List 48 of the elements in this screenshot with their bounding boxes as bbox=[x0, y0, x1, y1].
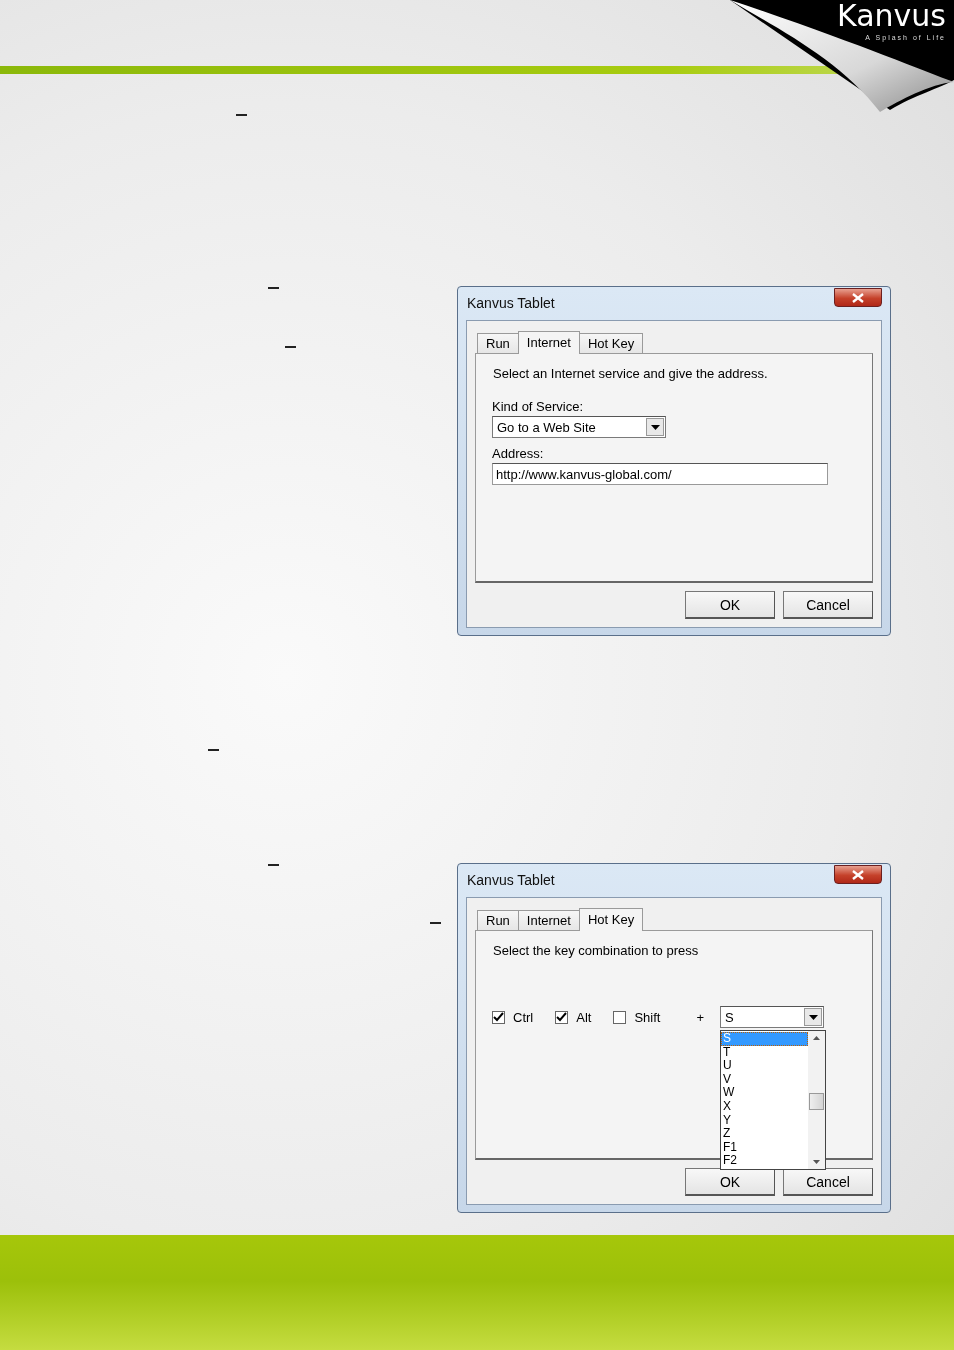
caret-icon bbox=[808, 1014, 818, 1020]
plus-text: + bbox=[696, 1009, 704, 1025]
tab[interactable]: Hot Key bbox=[578, 908, 644, 931]
close-button[interactable] bbox=[834, 865, 882, 884]
window-title: Kanvus Tablet bbox=[467, 295, 555, 311]
dash-mark bbox=[430, 922, 441, 924]
service-dropdown[interactable]: Go to a Web Site bbox=[492, 416, 666, 438]
address-field[interactable]: http://www.kanvus-global.com/ bbox=[492, 463, 828, 485]
scrollbar[interactable] bbox=[808, 1031, 825, 1169]
tab[interactable]: Internet bbox=[517, 331, 580, 354]
list-item[interactable]: W bbox=[721, 1086, 808, 1100]
dialog-button[interactable]: OK bbox=[685, 1168, 775, 1196]
scroll-thumb[interactable] bbox=[809, 1093, 824, 1110]
close-button[interactable] bbox=[834, 288, 882, 307]
list-item[interactable]: X bbox=[721, 1099, 808, 1114]
list-item[interactable]: F1 bbox=[721, 1140, 808, 1155]
dialog-button[interactable]: OK bbox=[685, 591, 775, 619]
caret-icon bbox=[650, 424, 660, 430]
close-icon bbox=[852, 869, 864, 880]
list-item[interactable]: U bbox=[721, 1059, 808, 1073]
instruction-text: Select the key combination to press bbox=[493, 943, 699, 958]
instruction-text: Select an Internet service and give the address. bbox=[493, 366, 768, 381]
field-label: Address: bbox=[492, 446, 544, 461]
list-item[interactable]: T bbox=[721, 1045, 808, 1060]
dash-mark bbox=[268, 864, 279, 866]
tab[interactable]: Internet bbox=[517, 910, 580, 930]
field-label: Kind of Service: bbox=[492, 399, 584, 414]
close-icon bbox=[852, 292, 864, 303]
scroll-up-icon bbox=[813, 1036, 820, 1040]
tab[interactable]: Run bbox=[477, 333, 519, 353]
key-dropdown[interactable]: S bbox=[720, 1006, 824, 1028]
logo-wordmark: Kanvus bbox=[837, 0, 946, 32]
window-title: Kanvus Tablet bbox=[467, 872, 555, 888]
list-item[interactable]: Z bbox=[721, 1127, 808, 1141]
checkbox[interactable]: Shift bbox=[613, 1009, 661, 1025]
dash-mark bbox=[268, 287, 279, 289]
dialog-button[interactable]: Cancel bbox=[783, 591, 873, 619]
tab[interactable]: Run bbox=[477, 910, 519, 930]
dash-mark bbox=[285, 346, 296, 348]
list-item[interactable]: V bbox=[721, 1072, 808, 1087]
list-item[interactable]: F2 bbox=[721, 1154, 808, 1168]
checkbox[interactable]: Alt bbox=[555, 1009, 592, 1025]
tab[interactable]: Hot Key bbox=[578, 333, 644, 353]
dash-mark bbox=[208, 749, 219, 751]
list-item[interactable]: Y bbox=[721, 1113, 808, 1128]
dash-mark bbox=[236, 114, 247, 116]
checkbox[interactable]: Ctrl bbox=[492, 1009, 534, 1025]
dialog-button[interactable]: Cancel bbox=[783, 1168, 873, 1196]
